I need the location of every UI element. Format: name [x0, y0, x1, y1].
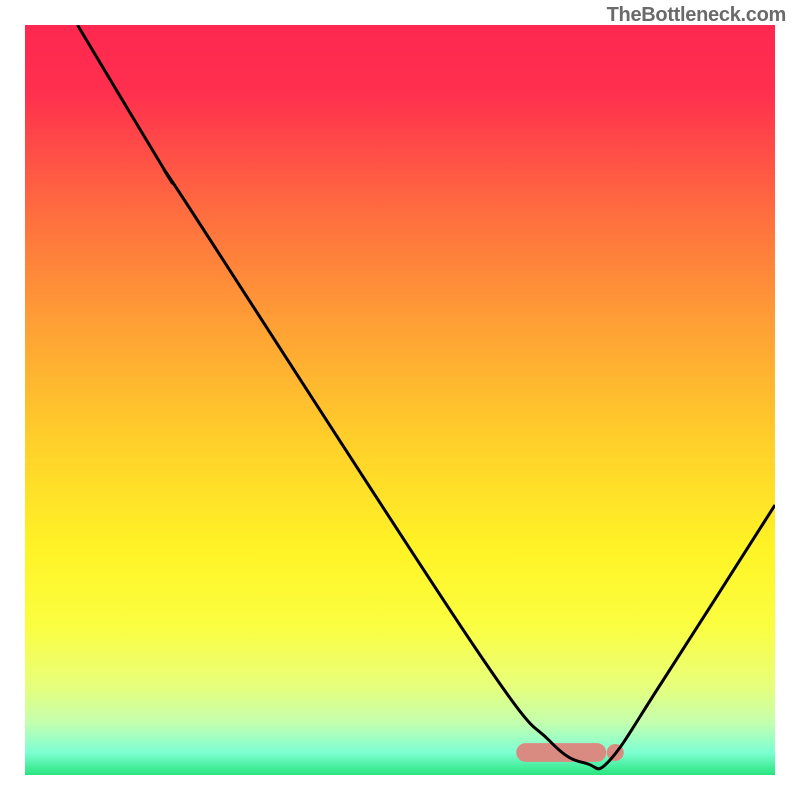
gradient-background [25, 25, 775, 775]
watermark-text: TheBottleneck.com [607, 4, 786, 27]
chart-plot-area [25, 25, 775, 775]
